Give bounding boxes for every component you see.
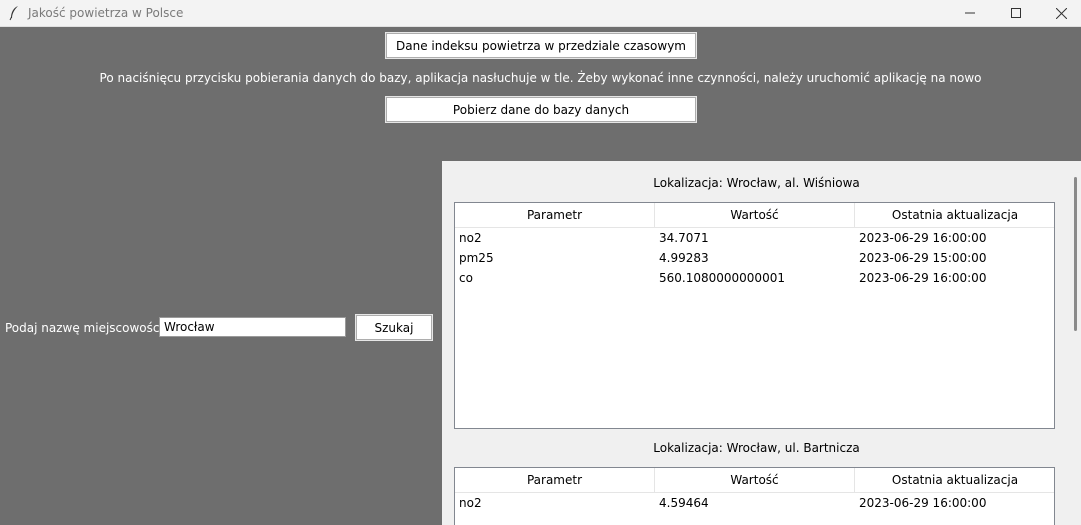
cell-value: 34.7071	[659, 231, 709, 245]
window-title: Jakość powietrza w Polsce	[28, 6, 184, 20]
table-header: Parametr Wartość Ostatnia aktualizacja	[455, 468, 1054, 493]
download-data-button[interactable]: Pobierz dane do bazy danych	[386, 97, 696, 122]
close-icon	[1055, 7, 1067, 19]
location-table[interactable]: Parametr Wartość Ostatnia aktualizacja n…	[454, 467, 1055, 525]
results-panel[interactable]: Lokalizacja: Wrocław, al. Wiśniowa Param…	[442, 161, 1071, 525]
title-bar: Jakość powietrza w Polsce	[0, 0, 1081, 27]
background-info-text: Po naciśnięcu przycisku pobierania danyc…	[99, 71, 982, 85]
location-title: Lokalizacja: Wrocław, ul. Bartnicza	[653, 441, 860, 455]
cell-parameter: co	[459, 271, 473, 285]
location-title: Lokalizacja: Wrocław, al. Wiśniowa	[653, 176, 860, 190]
location-table[interactable]: Parametr Wartość Ostatnia aktualizacja n…	[454, 202, 1055, 429]
results-scrollbar[interactable]	[1071, 161, 1081, 525]
minimize-button[interactable]	[947, 0, 993, 26]
table-row[interactable]: pm25 4.99283 2023-06-29 15:00:00	[455, 248, 1054, 268]
city-label: Podaj nazwę miejscowości:	[5, 321, 167, 335]
table-row[interactable]: co 560.1080000000001 2023-06-29 16:00:00	[455, 268, 1054, 288]
search-button[interactable]: Szukaj	[356, 315, 432, 340]
cell-value: 4.99283	[659, 251, 709, 265]
cell-value: 4.59464	[659, 496, 709, 510]
index-range-button[interactable]: Dane indeksu powietrza w przedziale czas…	[386, 33, 696, 58]
cell-updated: 2023-06-29 16:00:00	[859, 496, 987, 510]
maximize-icon	[1011, 8, 1021, 18]
table-header: Parametr Wartość Ostatnia aktualizacja	[455, 203, 1054, 228]
column-header-parameter[interactable]: Parametr	[455, 468, 655, 492]
cell-value: 560.1080000000001	[659, 271, 785, 285]
close-button[interactable]	[1038, 0, 1081, 26]
column-header-updated[interactable]: Ostatnia aktualizacja	[855, 203, 1054, 227]
cell-parameter: no2	[459, 496, 482, 510]
city-input[interactable]	[159, 317, 346, 337]
feather-icon	[8, 5, 20, 21]
scrollbar-thumb[interactable]	[1074, 177, 1077, 331]
table-row[interactable]: no2 4.59464 2023-06-29 16:00:00	[455, 493, 1054, 513]
table-row[interactable]: no2 34.7071 2023-06-29 16:00:00	[455, 228, 1054, 248]
column-header-updated[interactable]: Ostatnia aktualizacja	[855, 468, 1054, 492]
cell-updated: 2023-06-29 16:00:00	[859, 231, 987, 245]
cell-parameter: pm25	[459, 251, 494, 265]
column-header-value[interactable]: Wartość	[655, 468, 855, 492]
column-header-parameter[interactable]: Parametr	[455, 203, 655, 227]
minimize-icon	[965, 12, 975, 14]
cell-updated: 2023-06-29 15:00:00	[859, 251, 987, 265]
cell-parameter: no2	[459, 231, 482, 245]
maximize-button[interactable]	[993, 0, 1039, 26]
column-header-value[interactable]: Wartość	[655, 203, 855, 227]
cell-updated: 2023-06-29 16:00:00	[859, 271, 987, 285]
